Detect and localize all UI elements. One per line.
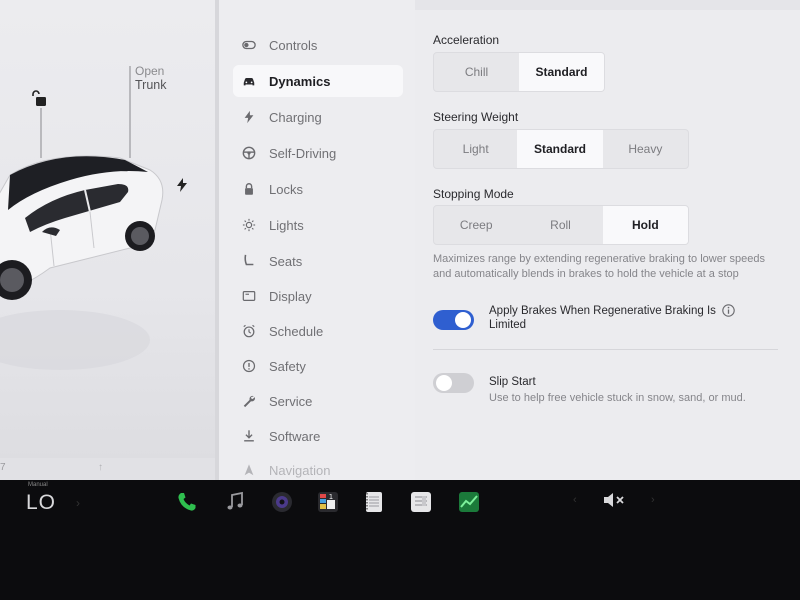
stopping-option-roll[interactable]: Roll <box>518 206 602 244</box>
car-visualization-panel: Open Trunk 7 ↑ <box>0 0 215 480</box>
temperature-control[interactable]: LO <box>26 491 56 515</box>
climate-mode-label: Manual <box>28 482 48 488</box>
sidebar-item-schedule[interactable]: Schedule <box>233 315 403 347</box>
lock-icon <box>241 181 257 197</box>
apply-brakes-label: Apply Brakes When Regenerative Braking I… <box>489 305 716 331</box>
sidebar-item-label: Controls <box>269 37 318 53</box>
notepad-icon[interactable] <box>362 490 386 514</box>
slip-start-toggle[interactable] <box>433 373 474 393</box>
toybox-icon[interactable] <box>409 490 433 514</box>
apply-brakes-toggle[interactable] <box>433 310 474 330</box>
temperature-up-arrow[interactable]: › <box>76 496 80 510</box>
svg-text:1: 1 <box>329 493 333 501</box>
wrench-icon <box>241 393 257 409</box>
stopping-option-creep[interactable]: Creep <box>434 206 518 244</box>
acceleration-title: Acceleration <box>433 33 500 47</box>
phone-icon[interactable] <box>175 490 199 514</box>
steering-option-heavy[interactable]: Heavy <box>603 130 688 168</box>
sidebar-item-label: Display <box>269 288 312 304</box>
sidebar-item-dynamics[interactable]: Dynamics <box>233 65 403 97</box>
sidebar-item-lights[interactable]: Lights <box>233 209 403 241</box>
volume-up-arrow[interactable]: › <box>651 494 655 506</box>
camera-icon[interactable] <box>270 490 294 514</box>
unlock-icon[interactable] <box>30 90 48 108</box>
sidebar-item-safety[interactable]: Safety <box>233 350 403 382</box>
sidebar-item-label: Dynamics <box>269 73 331 89</box>
toggle-knob <box>455 312 471 328</box>
car-panel-bottom-text: 7 <box>0 462 6 473</box>
stopping-option-hold[interactable]: Hold <box>602 206 688 244</box>
download-icon <box>241 428 257 444</box>
section-divider <box>433 349 778 350</box>
dynamics-settings-panel: Acceleration Chill Standard Steering Wei… <box>415 0 800 480</box>
steering-weight-selector: Light Standard Heavy <box>433 129 689 169</box>
sidebar-item-software[interactable]: Software <box>233 420 403 452</box>
taskbar <box>0 480 800 600</box>
sidebar-item-label: Charging <box>269 109 322 125</box>
stopping-mode-description: Maximizes range by extending regenerativ… <box>433 253 766 280</box>
display-icon <box>241 288 257 304</box>
sidebar-item-label: Lights <box>269 217 304 233</box>
car-image <box>0 155 164 370</box>
sidebar-item-label: Seats <box>269 253 303 269</box>
screen: Open Trunk 7 ↑ Controls Dynamics Chargin… <box>0 0 800 600</box>
trunk-label-trunk: Trunk <box>135 78 167 92</box>
sidebar-item-locks[interactable]: Locks <box>233 173 403 205</box>
navigation-icon <box>241 462 257 478</box>
sidebar-item-controls[interactable]: Controls <box>233 29 403 61</box>
acceleration-option-standard[interactable]: Standard <box>519 53 604 91</box>
stopping-mode-selector: Creep Roll Hold <box>433 205 689 245</box>
seat-icon <box>241 253 257 269</box>
calendar-icon[interactable]: 1 <box>316 490 340 514</box>
car-panel-up-arrow[interactable]: ↑ <box>98 462 103 473</box>
info-icon[interactable] <box>722 304 735 317</box>
toggle-icon <box>241 37 257 53</box>
sidebar-item-label: Self-Driving <box>269 145 337 161</box>
steering-wheel-icon <box>241 145 257 161</box>
sidebar-item-label: Service <box>269 393 313 409</box>
sidebar-item-seats[interactable]: Seats <box>233 245 403 277</box>
settings-top-bar <box>415 0 800 10</box>
sidebar-item-label: Schedule <box>269 323 324 339</box>
steering-option-standard[interactable]: Standard <box>517 130 603 168</box>
volume-muted-icon[interactable] <box>602 491 628 509</box>
alert-circle-icon <box>241 358 257 374</box>
steering-weight-title: Steering Weight <box>433 110 519 124</box>
stocks-icon[interactable] <box>457 490 481 514</box>
acceleration-option-chill[interactable]: Chill <box>434 53 519 91</box>
car-panel-bottom-strip <box>0 458 215 480</box>
acceleration-selector: Chill Standard <box>433 52 605 92</box>
sidebar-item-label: Navigation <box>269 462 331 478</box>
music-icon[interactable] <box>223 490 247 514</box>
open-trunk-button[interactable]: Open Trunk <box>135 64 167 92</box>
alarm-clock-icon <box>241 323 257 339</box>
toggle-knob <box>436 375 452 391</box>
slip-start-title: Slip Start <box>489 376 536 388</box>
sidebar-item-charging[interactable]: Charging <box>233 101 403 133</box>
car-icon <box>241 73 257 89</box>
slip-start-description: Use to help free vehicle stuck in snow, … <box>489 392 746 404</box>
steering-option-light[interactable]: Light <box>434 130 517 168</box>
sidebar-item-display[interactable]: Display <box>233 280 403 312</box>
settings-sidebar: Controls Dynamics Charging Self-Driving … <box>219 0 415 480</box>
volume-down-arrow[interactable]: ‹ <box>573 494 577 506</box>
sidebar-item-service[interactable]: Service <box>233 385 403 417</box>
sidebar-item-label: Safety <box>269 358 306 374</box>
sidebar-item-label: Locks <box>269 181 303 197</box>
sidebar-item-self-driving[interactable]: Self-Driving <box>233 137 403 169</box>
stopping-mode-title: Stopping Mode <box>433 187 514 201</box>
trunk-label-open: Open <box>135 64 165 78</box>
sidebar-item-label: Software <box>269 428 321 444</box>
lightning-icon <box>241 109 257 125</box>
sun-icon <box>241 217 257 233</box>
